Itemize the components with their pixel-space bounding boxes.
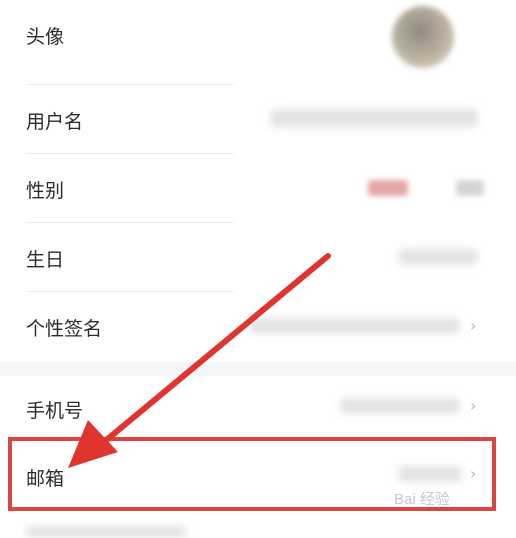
- annotation-arrow: [68, 253, 331, 468]
- watermark: Bai 经验: [394, 491, 450, 508]
- next-row-peek: [26, 526, 186, 538]
